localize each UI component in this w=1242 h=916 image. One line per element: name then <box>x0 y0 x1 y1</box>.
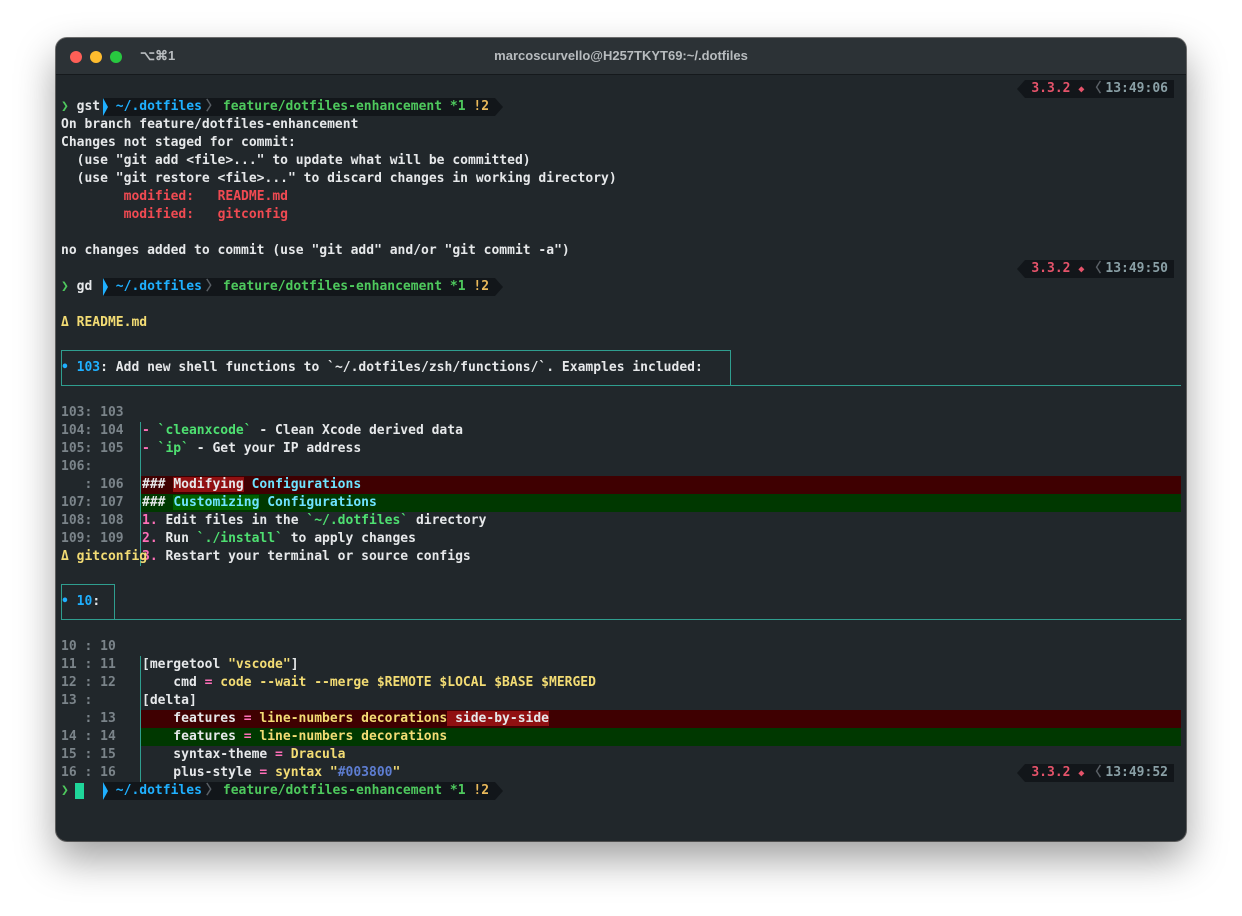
status-line: (use "git restore <file>..." to discard … <box>61 171 617 186</box>
diff-line: 16 : 16 minus-style = syntax "#3f0001" <box>56 746 1186 800</box>
command-text: gst <box>76 99 101 114</box>
window-title: marcoscurvello@H257TKYT69:~/.dotfiles <box>494 48 748 63</box>
hunk-bullet-icon: • <box>61 594 69 609</box>
hunk-line-number: 10 <box>76 594 93 609</box>
ruby-version: 3.3.2 <box>1031 261 1071 276</box>
hunk-header: • 10: <box>56 584 1186 620</box>
ruby-version: 3.3.2 <box>1031 765 1071 780</box>
code-span: `./install` <box>196 531 283 546</box>
prompt-bar: ~/.dotfiles 〉 feature/dotfiles-enhancement… <box>56 764 1186 800</box>
diff-file-header: Δ README.md <box>61 315 148 330</box>
line-text: Run <box>157 531 197 546</box>
hunk-bullet-icon: • <box>61 360 69 375</box>
diff-line: 14 : 14 syntax-theme = Dracula <box>56 710 1186 764</box>
command-text: gd <box>76 279 93 294</box>
diff-line-added: : 13 features = line-numbers decorations <box>56 692 1186 746</box>
diff-line-removed: 13 : features = line-numbers decorations… <box>56 674 1186 728</box>
terminal-output[interactable]: ~/.dotfiles 〉 feature/dotfiles-enhancement… <box>56 80 1186 800</box>
prompt-chevron-icon: ❯ <box>61 99 69 114</box>
diff-line: 109: 109 3. Restart your terminal or sou… <box>56 512 1186 566</box>
title-bar: ⌥⌘1 marcoscurvello@H257TKYT69:~/.dotfile… <box>56 38 1186 75</box>
status-line: On branch feature/dotfiles-enhancement <box>61 117 359 132</box>
prompt-time: 13:49:06 <box>1105 81 1168 96</box>
diff-line: 108: 108 2. Run `./install` to apply cha… <box>56 494 1186 548</box>
diff-line: 11 : 11 cmd = code --wait --merge $REMOT… <box>56 638 1186 692</box>
prompt-time: 13:49:52 <box>1105 765 1168 780</box>
status-line: (use "git add <file>..." to update what … <box>61 153 531 168</box>
command-line: ❯ gst <box>56 98 1186 116</box>
prompt-chevron-icon: ❯ <box>61 783 69 798</box>
status-footer: no changes added to commit (use "git add… <box>61 243 570 258</box>
diff-line: 15 : 15 plus-style = syntax "#003800" <box>56 728 1186 782</box>
modified-label: modified: <box>123 189 195 204</box>
hunk-context: : <box>92 594 101 609</box>
ruby-version: 3.3.2 <box>1031 81 1071 96</box>
diff-line: 105: 105 <box>56 422 1186 476</box>
terminal-window: ⌥⌘1 marcoscurvello@H257TKYT69:~/.dotfile… <box>56 38 1186 841</box>
ruby-gem-icon: ◆ <box>1078 264 1085 275</box>
text-cursor[interactable] <box>74 783 84 799</box>
diff-line-removed: 106: ### Modifying Configurations <box>56 440 1186 494</box>
modified-file-line: modified: README.md <box>56 188 1186 206</box>
prompt-time: 13:49:50 <box>1105 261 1168 276</box>
diff-line: 10 : 10 [mergetool "vscode"] <box>56 620 1186 674</box>
diff-file-header: Δ gitconfig <box>61 549 148 564</box>
right-separator-icon: 〈 <box>1088 261 1102 276</box>
hunk-header: • 103: Add new shell functions to `~/.do… <box>56 350 1186 386</box>
modified-label: modified: <box>123 207 195 222</box>
status-line: Changes not staged for commit: <box>61 135 296 150</box>
hunk-context: : Add new shell functions to `~/.dotfile… <box>100 360 703 375</box>
right-separator-icon: 〈 <box>1088 765 1102 780</box>
line-number-gutter: 109: 109 <box>61 531 124 546</box>
command-line[interactable]: ❯ <box>56 782 1186 800</box>
line-text: to apply changes <box>282 531 416 546</box>
diff-line: 107: 107 1. Edit files in the `~/.dotfil… <box>56 476 1186 530</box>
list-number: 2. <box>142 531 158 546</box>
hunk-line-number: 103 <box>76 360 101 375</box>
prompt-bar: ~/.dotfiles 〉 feature/dotfiles-enhancement… <box>56 80 1186 116</box>
diff-line: 12 : 12 [delta] <box>56 656 1186 710</box>
modified-file: README.md <box>217 189 289 204</box>
modified-file: gitconfig <box>217 207 289 222</box>
ruby-gem-icon: ◆ <box>1078 84 1085 95</box>
prompt-chevron-icon: ❯ <box>61 279 69 294</box>
diff-line-added: : 106 ### Customizing Configurations <box>56 458 1186 512</box>
prompt-bar: ~/.dotfiles 〉 feature/dotfiles-enhancement… <box>56 260 1186 296</box>
diff-line: 104: 104 - `ip` - Get your IP address <box>56 404 1186 458</box>
modified-file-line: modified: gitconfig <box>56 206 1186 224</box>
diff-line: 103: 103 - `cleanxcode` - Clean Xcode de… <box>56 386 1186 440</box>
ruby-gem-icon: ◆ <box>1078 768 1085 779</box>
right-separator-icon: 〈 <box>1088 81 1102 96</box>
command-line: ❯ gd <box>56 278 1186 296</box>
